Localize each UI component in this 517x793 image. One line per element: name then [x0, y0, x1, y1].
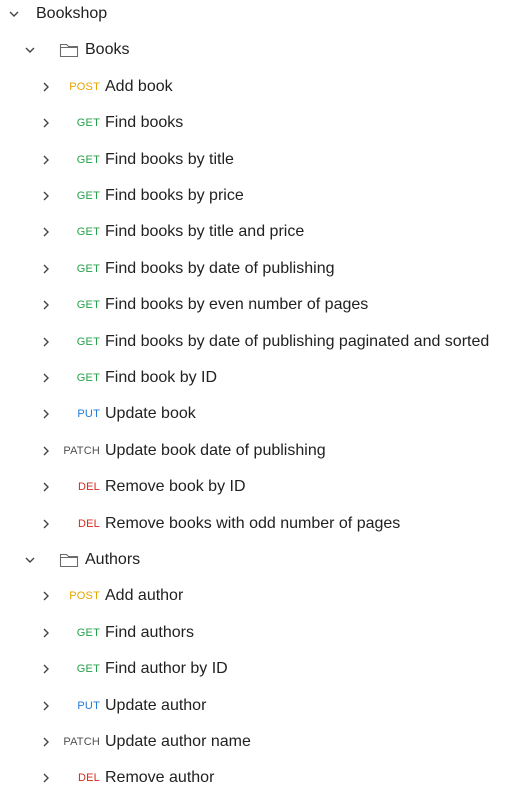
folder-name: Authors: [85, 551, 141, 568]
chevron-right-icon[interactable]: [38, 334, 54, 350]
request-name: Find books by even number of pages: [105, 296, 369, 313]
request-name: Update author name: [105, 733, 251, 750]
request-name: Find book by ID: [105, 369, 218, 386]
method-badge: GET: [76, 226, 100, 238]
chevron-right-icon[interactable]: [38, 588, 54, 604]
method-badge: GET: [76, 336, 100, 348]
method-badge: GET: [76, 663, 100, 675]
chevron-right-icon[interactable]: [38, 79, 54, 95]
folder-row-books[interactable]: Books: [0, 32, 517, 68]
request-item[interactable]: GET Find books by price: [0, 178, 517, 214]
collection-row[interactable]: Bookshop: [0, 0, 517, 32]
request-item[interactable]: POST Add author: [0, 578, 517, 614]
request-item[interactable]: GET Find books by date of publishing: [0, 251, 517, 287]
method-badge: GET: [76, 190, 100, 202]
chevron-right-icon[interactable]: [38, 770, 54, 786]
request-item[interactable]: GET Find books: [0, 105, 517, 141]
request-name: Update book: [105, 405, 196, 422]
request-name: Find books by date of publishing paginat…: [105, 333, 490, 350]
request-item[interactable]: GET Find book by ID: [0, 360, 517, 396]
chevron-right-icon[interactable]: [38, 479, 54, 495]
method-badge: DEL: [78, 772, 100, 784]
method-badge: PUT: [77, 408, 100, 420]
chevron-right-icon[interactable]: [38, 625, 54, 641]
request-name: Find books by date of publishing: [105, 260, 335, 277]
method-badge: PATCH: [63, 736, 100, 748]
request-item[interactable]: GET Find books by date of publishing pagi…: [0, 324, 517, 360]
chevron-right-icon[interactable]: [38, 406, 54, 422]
request-item[interactable]: PUT Update author: [0, 688, 517, 724]
method-badge: GET: [76, 263, 100, 275]
method-badge: GET: [76, 154, 100, 166]
request-name: Find books: [105, 114, 184, 131]
chevron-right-icon[interactable]: [38, 152, 54, 168]
chevron-right-icon[interactable]: [38, 261, 54, 277]
request-name: Find authors: [105, 624, 194, 641]
chevron-down-icon[interactable]: [22, 42, 38, 58]
request-name: Update author: [105, 697, 207, 714]
request-item[interactable]: GET Find books by title: [0, 142, 517, 178]
folder-name: Books: [85, 41, 130, 58]
chevron-right-icon[interactable]: [38, 188, 54, 204]
method-badge: POST: [69, 590, 100, 602]
chevron-right-icon[interactable]: [38, 443, 54, 459]
method-badge: GET: [76, 372, 100, 384]
request-name: Remove books with odd number of pages: [105, 515, 401, 532]
chevron-right-icon[interactable]: [38, 224, 54, 240]
request-item[interactable]: PATCH Update book date of publishing: [0, 433, 517, 469]
request-name: Remove book by ID: [105, 478, 246, 495]
method-badge: DEL: [78, 481, 100, 493]
request-item[interactable]: PATCH Update author name: [0, 724, 517, 760]
chevron-right-icon[interactable]: [38, 115, 54, 131]
request-item[interactable]: GET Find books by even number of pages: [0, 287, 517, 323]
collection-tree: Bookshop Books POST Add book GET Find books G…: [0, 0, 517, 793]
request-name: Find author by ID: [105, 660, 228, 677]
folder-row-authors[interactable]: Authors: [0, 542, 517, 578]
collection-name: Bookshop: [36, 5, 108, 22]
chevron-right-icon[interactable]: [38, 297, 54, 313]
request-name: Add author: [105, 587, 184, 604]
chevron-right-icon[interactable]: [38, 734, 54, 750]
method-badge: GET: [76, 117, 100, 129]
method-badge: PUT: [77, 700, 100, 712]
request-item[interactable]: PUT Update book: [0, 396, 517, 432]
request-item[interactable]: GET Find author by ID: [0, 651, 517, 687]
chevron-right-icon[interactable]: [38, 661, 54, 677]
request-item[interactable]: POST Add book: [0, 69, 517, 105]
request-name: Update book date of publishing: [105, 442, 326, 459]
request-name: Find books by price: [105, 187, 244, 204]
chevron-right-icon[interactable]: [38, 370, 54, 386]
method-badge: GET: [76, 627, 100, 639]
chevron-down-icon[interactable]: [22, 552, 38, 568]
method-badge: GET: [76, 299, 100, 311]
request-name: Remove author: [105, 769, 215, 786]
chevron-down-icon[interactable]: [6, 6, 22, 22]
request-name: Add book: [105, 78, 173, 95]
request-item[interactable]: DEL Remove books with odd number of pages: [0, 506, 517, 542]
folder-icon: [59, 42, 79, 58]
request-item[interactable]: DEL Remove book by ID: [0, 469, 517, 505]
chevron-right-icon[interactable]: [38, 698, 54, 714]
request-item[interactable]: GET Find authors: [0, 615, 517, 651]
method-badge: DEL: [78, 518, 100, 530]
request-item[interactable]: GET Find books by title and price: [0, 214, 517, 250]
folder-icon: [59, 552, 79, 568]
method-badge: PATCH: [63, 445, 100, 457]
method-badge: POST: [69, 81, 100, 93]
request-item[interactable]: DEL Remove author: [0, 760, 517, 793]
chevron-right-icon[interactable]: [38, 516, 54, 532]
request-name: Find books by title and price: [105, 223, 305, 240]
request-name: Find books by title: [105, 151, 234, 168]
